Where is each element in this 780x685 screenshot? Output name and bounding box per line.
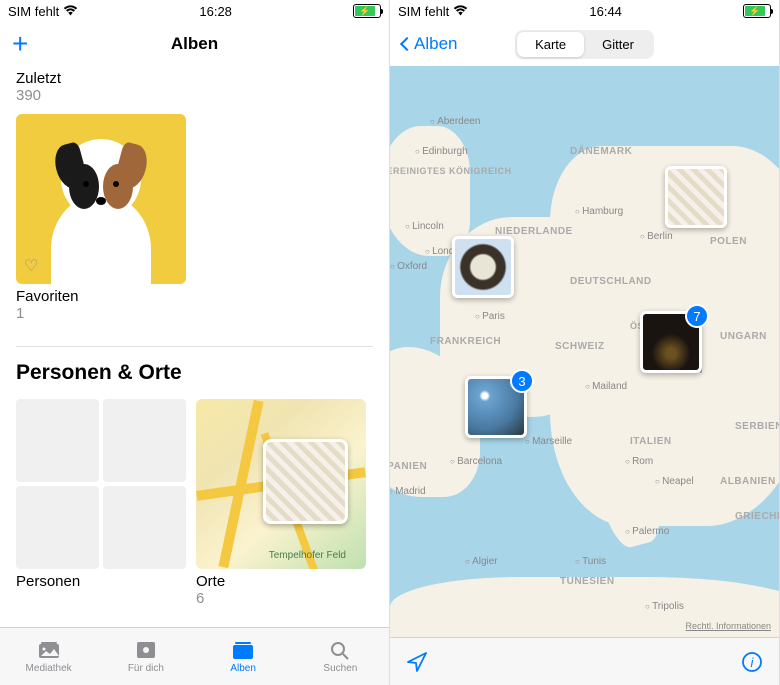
albums-screen: SIM fehlt 16:28 ⚡ + Alben Zuletzt 390 ♡ … <box>0 0 390 685</box>
country-label: DEUTSCHLAND <box>570 276 652 287</box>
battery-icon: ⚡ <box>743 4 771 18</box>
add-button[interactable]: + <box>12 30 28 58</box>
map-photo-pin[interactable] <box>452 236 514 298</box>
content-scroll[interactable]: Zuletzt 390 ♡ Favoriten 1 Personen & Ort… <box>0 66 389 627</box>
city-label: Lincoln <box>405 221 444 232</box>
country-label: FRANKREICH <box>430 336 501 347</box>
places-map-screen: SIM fehlt 16:44 ⚡ Alben Karte Gitter DÄN… <box>390 0 780 685</box>
city-label: Tripolis <box>645 601 684 612</box>
map-toolbar: i <box>390 637 779 685</box>
places-label: Orte <box>196 573 366 590</box>
map-photo-pin[interactable] <box>665 166 727 228</box>
people-label: Personen <box>16 573 186 590</box>
albums-icon <box>230 639 256 661</box>
heart-icon: ♡ <box>24 256 38 276</box>
city-label: Palermo <box>625 526 669 537</box>
wifi-icon <box>453 5 468 17</box>
people-tile[interactable] <box>16 399 186 569</box>
album-recent-label: Zuletzt <box>16 70 373 87</box>
pin-count-badge: 7 <box>685 304 709 328</box>
country-label: VEREINIGTES KÖNIGREICH <box>390 166 512 176</box>
country-label: DÄNEMARK <box>570 146 632 157</box>
places-thumb-icon <box>263 439 348 524</box>
city-label: Marseille <box>525 436 572 447</box>
view-mode-segmented: Karte Gitter <box>515 30 654 59</box>
pin-count-badge: 3 <box>510 369 534 393</box>
nav-bar: Alben Karte Gitter <box>390 22 779 66</box>
wifi-icon <box>63 5 78 17</box>
map-photo-pin[interactable]: 3 <box>465 376 527 438</box>
chevron-left-icon <box>400 37 414 51</box>
album-favorites-count: 1 <box>16 305 373 322</box>
city-label: Oxford <box>390 261 427 272</box>
places-count: 6 <box>196 590 366 607</box>
map-view[interactable]: DÄNEMARK VEREINIGTES KÖNIGREICH NIEDERLA… <box>390 66 779 637</box>
city-label: Edinburgh <box>415 146 468 157</box>
map-photo-pin[interactable]: 7 <box>640 311 702 373</box>
section-people-places: Personen & Orte <box>16 346 373 385</box>
city-label: Madrid <box>390 486 426 497</box>
country-label: POLEN <box>710 236 747 247</box>
carrier-label: SIM fehlt <box>8 4 59 19</box>
carrier-label: SIM fehlt <box>398 4 449 19</box>
clock: 16:28 <box>199 4 232 19</box>
nav-bar: + Alben <box>0 22 389 66</box>
city-label: Barcelona <box>450 456 502 467</box>
country-label: SCHWEIZ <box>555 341 605 352</box>
nav-title: Alben <box>171 34 218 54</box>
city-label: Mailand <box>585 381 627 392</box>
location-icon[interactable] <box>406 651 428 673</box>
for-you-icon <box>133 639 159 661</box>
city-label: Algier <box>465 556 498 567</box>
tab-albums[interactable]: Alben <box>195 628 292 685</box>
segment-map[interactable]: Karte <box>517 32 584 57</box>
city-label: Aberdeen <box>430 116 480 127</box>
info-icon[interactable]: i <box>741 651 763 673</box>
legal-link[interactable]: Rechtl. Informationen <box>685 621 771 631</box>
city-label: Berlin <box>640 231 673 242</box>
tab-for-you[interactable]: Für dich <box>97 628 194 685</box>
city-label: Neapel <box>655 476 694 487</box>
country-label: GRIECHEN <box>735 511 779 522</box>
library-icon <box>36 639 62 661</box>
tab-bar: Mediathek Für dich Alben Suchen <box>0 627 389 685</box>
city-label: Rom <box>625 456 653 467</box>
status-bar: SIM fehlt 16:28 ⚡ <box>0 0 389 22</box>
svg-text:i: i <box>751 655 755 670</box>
city-label: Hamburg <box>575 206 623 217</box>
clock: 16:44 <box>589 4 622 19</box>
battery-icon: ⚡ <box>353 4 381 18</box>
album-recent-count: 390 <box>16 87 373 104</box>
city-label: Tunis <box>575 556 606 567</box>
country-label: ALBANIEN <box>720 476 776 487</box>
country-label: UNGARN <box>720 331 767 342</box>
back-button[interactable]: Alben <box>402 34 457 54</box>
search-icon <box>327 639 353 661</box>
country-label: TUNESIEN <box>560 576 615 587</box>
status-bar: SIM fehlt 16:44 ⚡ <box>390 0 779 22</box>
tab-library[interactable]: Mediathek <box>0 628 97 685</box>
album-favorites-thumb[interactable]: ♡ <box>16 114 186 284</box>
country-label: SPANIEN <box>390 461 427 472</box>
country-label: ITALIEN <box>630 436 672 447</box>
tab-search[interactable]: Suchen <box>292 628 389 685</box>
city-label: Paris <box>475 311 505 322</box>
album-favorites-label: Favoriten <box>16 288 373 305</box>
segment-grid[interactable]: Gitter <box>584 32 652 57</box>
country-label: SERBIEN <box>735 421 779 432</box>
places-tile[interactable]: Tempelhofer Feld <box>196 399 366 569</box>
